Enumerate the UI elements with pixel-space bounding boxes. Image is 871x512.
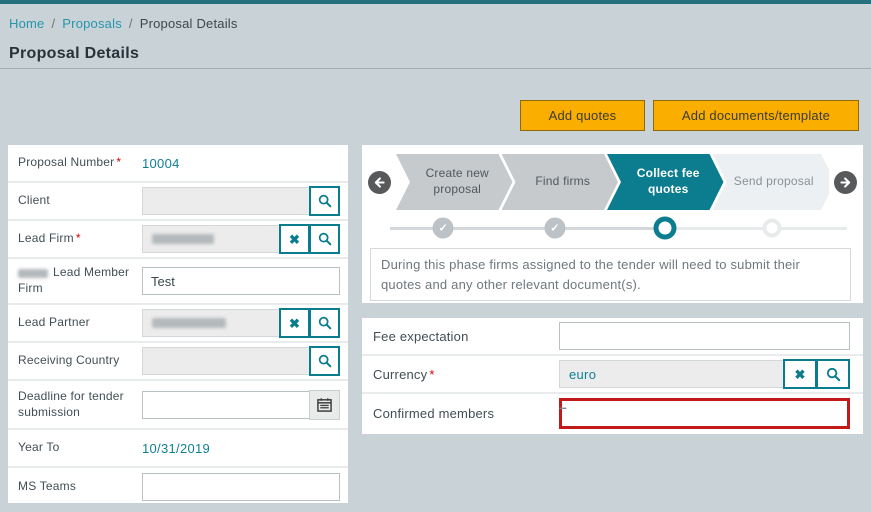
search-icon [318,354,331,368]
proposal-number-row: Proposal Number * 10004 [8,145,348,183]
ms-teams-input[interactable] [142,473,340,501]
arrow-left-icon [374,176,385,188]
wizard-step-send-proposal[interactable]: Send proposal [713,154,830,210]
search-icon [318,194,331,208]
currency-input: euro [559,360,784,388]
confirmed-members-value: – [559,398,567,415]
wizard-prev-button[interactable] [368,170,391,194]
confirmed-members-label: Confirmed members [373,405,495,421]
deadline-label: Deadline for tender submission [18,388,124,419]
lead-partner-label: Lead Partner [18,315,90,330]
redacted-label-prefix [18,268,48,278]
breadcrumb: Home / Proposals / Proposal Details [9,16,238,31]
receiving-country-input [142,347,310,375]
search-icon [318,232,331,246]
receiving-country-row: Receiving Country [8,343,348,381]
lead-partner-clear-button[interactable]: ✖ [279,308,310,338]
progress-dot-current [653,216,677,240]
ms-teams-label: MS Teams [18,479,77,494]
wizard-step-find-firms[interactable]: Find firms [502,154,619,210]
breadcrumb-separator: / [51,16,56,31]
proposal-form-panel: Proposal Number * 10004 Client Lead Firm *… [8,145,348,503]
top-accent-bar [0,0,871,4]
clear-icon: ✖ [289,315,300,331]
check-icon: ✓ [550,222,560,235]
currency-clear-button[interactable]: ✖ [783,359,817,389]
progress-dot-done: ✓ [432,217,454,239]
year-to-row: Year To 10/31/2019 [8,430,348,468]
check-icon: ✓ [438,222,448,235]
redacted-value [152,318,226,328]
page-title: Proposal Details [9,45,140,62]
lead-member-firm-row: Lead Member Firm [8,259,348,305]
progress-dot-upcoming [762,218,782,238]
fee-expectation-label: Fee expectation [373,328,469,344]
confirmed-members-row: Confirmed members – [362,394,863,432]
title-divider [0,68,871,69]
breadcrumb-current: Proposal Details [139,16,238,31]
receiving-country-search-button[interactable] [309,346,340,376]
wizard-panel: Create new proposal Find firms Collect f… [362,145,863,303]
add-quotes-button[interactable]: Add quotes [520,100,645,131]
breadcrumb-home[interactable]: Home [9,16,44,31]
deadline-row: Deadline for tender submission [8,381,348,430]
progress-line-upcoming [665,227,847,230]
wizard-step-create-new-proposal[interactable]: Create new proposal [396,154,513,210]
progress-line [390,227,666,230]
wizard-progress-track: ✓ ✓ [362,215,863,241]
currency-search-button[interactable] [816,359,850,389]
year-to-value: 10/31/2019 [142,440,211,456]
breadcrumb-separator: / [128,16,133,31]
fee-expectation-row: Fee expectation [362,318,863,356]
currency-value: euro [569,366,597,382]
year-to-label: Year To [18,440,60,455]
wizard-next-button[interactable] [834,170,857,194]
lead-partner-search-button[interactable] [309,308,340,338]
fee-form-panel: Fee expectation Currency * euro ✖ Confirm… [362,318,863,434]
clear-icon: ✖ [289,231,300,247]
arrow-right-icon [840,176,851,188]
client-row: Client [8,183,348,221]
client-label: Client [18,193,50,208]
deadline-calendar-button[interactable] [309,389,340,420]
search-icon [826,367,840,381]
currency-label: Currency * [373,366,435,382]
clear-icon: ✖ [794,366,806,382]
lead-firm-label: Lead Firm * [18,231,81,246]
lead-partner-input [142,309,280,337]
lead-firm-search-button[interactable] [309,224,340,254]
receiving-country-label: Receiving Country [18,353,120,368]
progress-dot-done: ✓ [544,217,566,239]
wizard-step-collect-fee-quotes[interactable]: Collect fee quotes [607,154,724,210]
phase-description: During this phase firms assigned to the … [370,248,851,301]
proposal-number-value: 10004 [142,155,180,171]
action-buttons: Add quotes Add documents/template [520,100,859,131]
lead-member-firm-label: Lead Member Firm [18,265,130,295]
client-input [142,187,310,215]
confirmed-members-input[interactable]: – [559,397,850,429]
deadline-input[interactable] [142,390,310,419]
wizard-steps: Create new proposal Find firms Collect f… [368,154,857,210]
lead-member-firm-input[interactable] [142,267,340,295]
lead-partner-row: Lead Partner ✖ [8,305,348,343]
lead-firm-row: Lead Firm * ✖ [8,221,348,259]
fee-expectation-input[interactable] [559,322,850,350]
search-icon [318,316,331,330]
calendar-icon [317,398,332,412]
currency-row: Currency * euro ✖ [362,356,863,394]
client-search-button[interactable] [309,186,340,216]
proposal-number-label: Proposal Number * [18,155,122,170]
add-documents-template-button[interactable]: Add documents/template [653,100,859,131]
redacted-value [152,234,214,244]
ms-teams-row: MS Teams [8,468,348,506]
breadcrumb-proposals[interactable]: Proposals [62,16,122,31]
lead-firm-input [142,225,280,253]
lead-firm-clear-button[interactable]: ✖ [279,224,310,254]
